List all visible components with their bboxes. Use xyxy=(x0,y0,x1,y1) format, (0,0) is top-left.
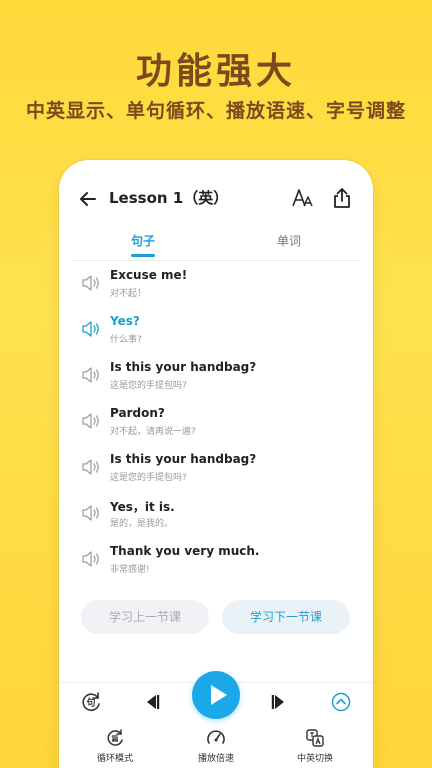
loop-mode-label: 循环模式 xyxy=(96,754,133,764)
next-icon[interactable] xyxy=(270,693,288,711)
language-switch-button[interactable]: 中英切换 xyxy=(275,728,355,764)
sentence-row[interactable]: Thank you very much. 非常感谢! xyxy=(59,540,373,586)
sentence-row[interactable]: Yes? 什么事? xyxy=(59,310,373,356)
sentence-chinese: 是的，是我的。 xyxy=(110,519,174,529)
language-switch-icon xyxy=(306,729,324,747)
sentence-chinese: 什么事? xyxy=(110,335,142,345)
active-tab-indicator xyxy=(131,254,155,257)
speed-label: 播放倍速 xyxy=(197,754,234,764)
previous-icon[interactable] xyxy=(143,693,161,711)
speaker-icon[interactable] xyxy=(81,458,101,476)
hero-title: 功能强大 xyxy=(135,51,296,92)
tab-words[interactable]: 单词 xyxy=(249,232,329,249)
next-lesson-button[interactable]: 学习下一节课 xyxy=(222,600,350,634)
lesson-title: Lesson 1（英） xyxy=(109,189,229,207)
sentence-row[interactable]: Is this your handbag? 这是您的手提包吗? xyxy=(59,448,373,494)
expand-icon[interactable] xyxy=(331,692,351,712)
sentence-chinese: 非常感谢! xyxy=(110,565,150,575)
loop-mode-glyph: 篇 xyxy=(111,734,119,743)
sentence-english: Excuse me! xyxy=(110,268,188,282)
tab-sentences[interactable]: 句子 xyxy=(103,232,183,249)
sentence-row[interactable]: Excuse me! 对不起！ xyxy=(59,264,373,310)
speaker-icon[interactable] xyxy=(81,274,101,292)
sentence-chinese: 这是您的手提包吗? xyxy=(110,381,187,391)
sentence-row[interactable]: Yes，it is. 是的，是我的。 xyxy=(59,494,373,540)
hero-subtitle: 中英显示、单句循环、播放语速、字号调整 xyxy=(25,100,406,122)
play-button[interactable] xyxy=(192,671,240,719)
sentence-row[interactable]: Pardon? 对不起，请再说一遍? xyxy=(59,402,373,448)
sentence-chinese: 对不起！ xyxy=(110,289,147,299)
phone-screen: Lesson 1（英） 句子 单词 Excuse me! 对不起！ Yes? 什… xyxy=(59,160,373,768)
speed-button[interactable]: 播放倍速 xyxy=(176,728,256,764)
language-switch-label: 中英切换 xyxy=(296,754,333,764)
speed-icon xyxy=(207,730,225,744)
speaker-icon[interactable] xyxy=(81,320,101,338)
app-bar: Lesson 1（英） xyxy=(59,182,373,214)
divider xyxy=(73,260,359,261)
loop-sentence-glyph: 句 xyxy=(86,697,95,709)
speaker-icon[interactable] xyxy=(81,412,101,430)
share-icon[interactable] xyxy=(331,186,353,210)
loop-sentence-icon[interactable]: 句 xyxy=(79,690,103,714)
back-icon[interactable] xyxy=(77,188,99,210)
sentence-chinese: 对不起，请再说一遍? xyxy=(110,427,196,437)
speaker-icon[interactable] xyxy=(81,550,101,568)
previous-lesson-button[interactable]: 学习上一节课 xyxy=(81,600,209,634)
sentence-english: Is this your handbag? xyxy=(110,452,257,466)
play-icon xyxy=(211,685,227,705)
sentence-english: Yes? xyxy=(110,314,140,328)
speaker-icon[interactable] xyxy=(81,504,101,522)
sentence-chinese: 这是您的手提包吗? xyxy=(110,473,187,483)
tab-bar: 句子 单词 xyxy=(59,232,373,262)
sentence-english: Yes，it is. xyxy=(110,500,175,514)
font-size-icon[interactable] xyxy=(291,186,313,210)
sentence-english: Pardon? xyxy=(110,406,165,420)
loop-mode-icon: 篇 xyxy=(107,729,123,746)
loop-mode-button[interactable]: 篇 循环模式 xyxy=(75,728,155,764)
sentence-english: Is this your handbag? xyxy=(110,360,257,374)
sentence-row[interactable]: Is this your handbag? 这是您的手提包吗? xyxy=(59,356,373,402)
speaker-icon[interactable] xyxy=(81,366,101,384)
sentence-english: Thank you very much. xyxy=(110,544,260,558)
